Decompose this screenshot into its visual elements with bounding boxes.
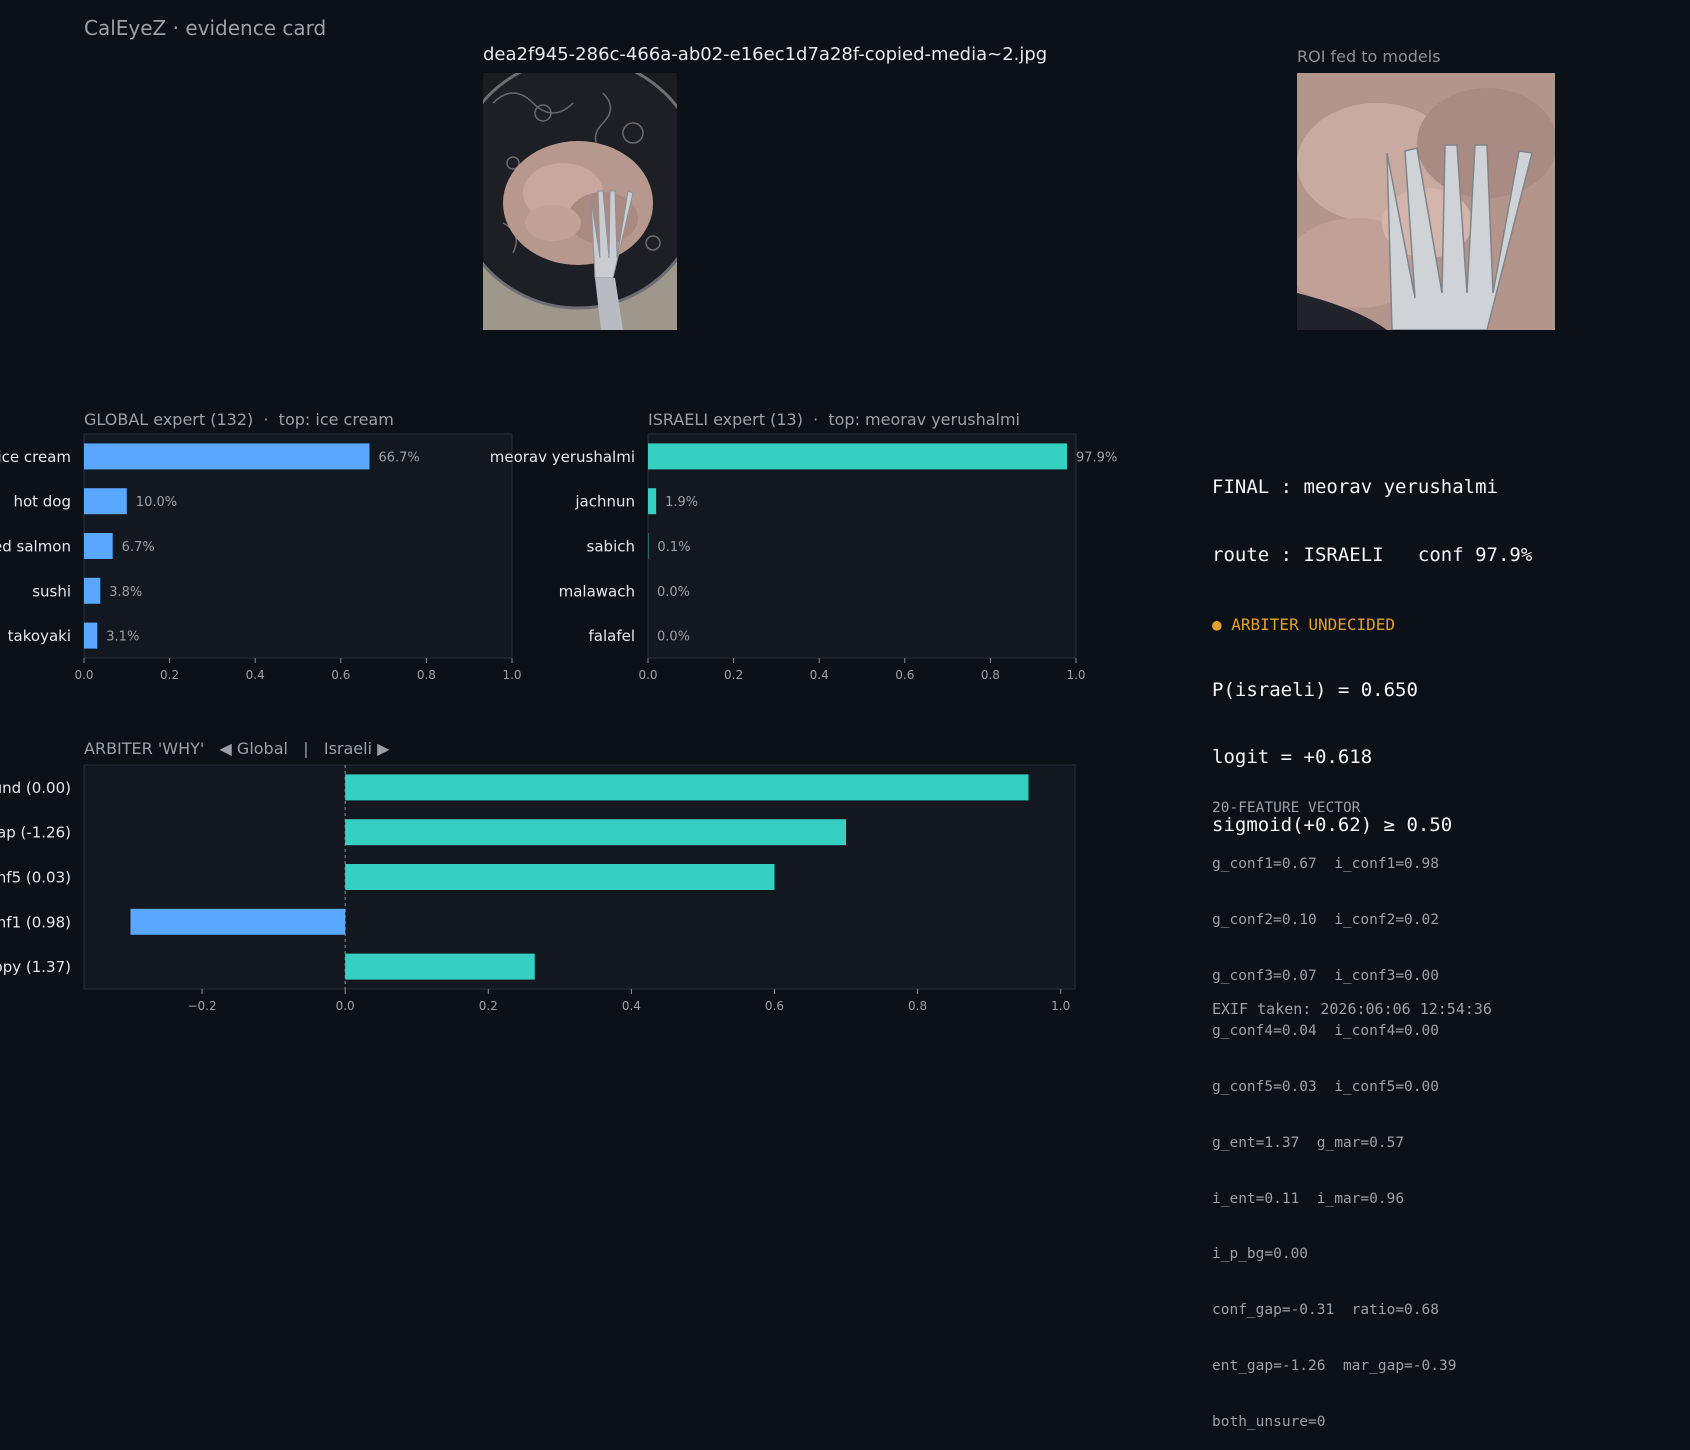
x-tick-label: 1.0	[1066, 668, 1085, 682]
value-label: 3.8%	[109, 585, 142, 600]
bar	[648, 443, 1067, 469]
x-tick-label: 0.6	[895, 668, 914, 682]
israeli-expert-chart: meorav yerushalmi 97.9% jachnun 1.9% sabich 0…	[440, 432, 1120, 692]
category-label: hot dog	[13, 493, 71, 511]
feature-line: g_ent=1.37 g_mar=0.57	[1212, 1134, 1456, 1153]
value-label: 3.1%	[106, 630, 139, 645]
bar	[84, 443, 369, 469]
feature-vector: 20-FEATURE VECTOR g_conf1=0.67 i_conf1=0…	[1212, 762, 1456, 1450]
x-tick-label: 0.6	[765, 999, 784, 1013]
image-filename: dea2f945-286c-466a-ab02-e16ec1d7a28f-cop…	[483, 44, 1047, 65]
final-label: FINAL : meorav yerushalmi	[1212, 476, 1532, 499]
global-chart-title: GLOBAL expert (132) · top: ice cream	[84, 410, 394, 429]
category-label: sushi	[32, 582, 71, 600]
x-tick-label: 0.2	[479, 999, 498, 1013]
bar	[345, 954, 535, 980]
x-tick-label: 0.2	[160, 668, 179, 682]
value-label: 97.9%	[1076, 450, 1117, 465]
feature-line: g_conf2=0.10 i_conf2=0.02	[1212, 911, 1456, 930]
category-label: jachnun	[574, 493, 635, 511]
feature-line: g_conf1=0.67 i_conf1=0.98	[1212, 855, 1456, 874]
feature-line: g_conf4=0.04 i_conf4=0.00	[1212, 1022, 1456, 1041]
arbiter-chart-title: ARBITER 'WHY' ◀ Global | Israeli ▶	[84, 739, 389, 758]
x-tick-label: 0.4	[622, 999, 641, 1013]
feature-line: i_p_bg=0.00	[1212, 1245, 1456, 1264]
category-label: takoyaki	[8, 627, 71, 645]
category-label: ice cream	[0, 448, 71, 466]
arbiter-status-badge: ● ARBITER UNDECIDED	[1212, 615, 1395, 634]
card-title: CalEyeZ · evidence card	[84, 16, 326, 40]
x-tick-label: 0.4	[246, 668, 265, 682]
x-tick-label: 0.0	[336, 999, 355, 1013]
value-label: 66.7%	[378, 450, 419, 465]
value-label: 0.0%	[657, 585, 690, 600]
category-label: smoked salmon	[0, 538, 71, 556]
x-tick-label: 0.0	[74, 668, 93, 682]
category-label: falafel	[588, 627, 635, 645]
category-label: meorav yerushalmi	[490, 448, 635, 466]
feature-line: g_conf5=0.03 i_conf5=0.00	[1212, 1078, 1456, 1097]
feature-line: i_ent=0.11 i_mar=0.96	[1212, 1190, 1456, 1209]
category-label: i_conf5 (0.03)	[0, 869, 71, 888]
value-label: 10.0%	[136, 495, 177, 510]
x-tick-label: 0.6	[331, 668, 350, 682]
x-tick-label: 0.0	[638, 668, 657, 682]
value-label: 1.9%	[665, 495, 698, 510]
bar	[84, 533, 113, 559]
bar	[345, 864, 774, 890]
category-label: malawach	[559, 582, 635, 600]
x-tick-label: −0.2	[187, 999, 216, 1013]
bar	[345, 774, 1028, 800]
category-label: i_p_background (0.00)	[0, 779, 71, 798]
category-label: g_entropy (1.37)	[0, 958, 71, 977]
roi-crop	[1297, 73, 1555, 330]
bar	[84, 488, 127, 514]
category-label: sabich	[587, 538, 635, 556]
bar	[84, 623, 97, 649]
p-israeli-label: P(israeli) = 0.650	[1212, 679, 1532, 702]
israeli-chart-title: ISRAELI expert (13) · top: meorav yerush…	[648, 410, 1020, 429]
route-label: route : ISRAELI conf 97.9%	[1212, 544, 1532, 567]
value-label: 0.1%	[657, 540, 690, 555]
category-label: i_conf1 (0.98)	[0, 913, 71, 932]
roi-label: ROI fed to models	[1297, 47, 1441, 66]
exif-timestamp: EXIF taken: 2026:06:06 12:54:36	[1212, 1000, 1492, 1018]
arbiter-why-chart: i_p_background (0.00) ent_gap (-1.26) i_co…	[0, 762, 1090, 1022]
bar	[131, 909, 346, 935]
x-tick-label: 0.4	[810, 668, 829, 682]
feature-line: ent_gap=-1.26 mar_gap=-0.39	[1212, 1357, 1456, 1376]
x-tick-label: 0.8	[417, 668, 436, 682]
feature-line: g_conf3=0.07 i_conf3=0.00	[1212, 967, 1456, 986]
bar	[84, 578, 100, 604]
bar	[345, 819, 846, 845]
value-label: 6.7%	[122, 540, 155, 555]
value-label: 0.0%	[657, 630, 690, 645]
feature-vector-heading: 20-FEATURE VECTOR	[1212, 799, 1456, 818]
x-tick-label: 0.8	[908, 999, 927, 1013]
x-tick-label: 1.0	[1051, 999, 1070, 1013]
food-photo	[483, 73, 677, 330]
category-label: ent_gap (-1.26)	[0, 824, 71, 843]
feature-line: conf_gap=-0.31 ratio=0.68	[1212, 1301, 1456, 1320]
x-tick-label: 0.8	[981, 668, 1000, 682]
bar	[648, 488, 656, 514]
feature-line: both_unsure=0	[1212, 1413, 1456, 1432]
x-tick-label: 0.2	[724, 668, 743, 682]
